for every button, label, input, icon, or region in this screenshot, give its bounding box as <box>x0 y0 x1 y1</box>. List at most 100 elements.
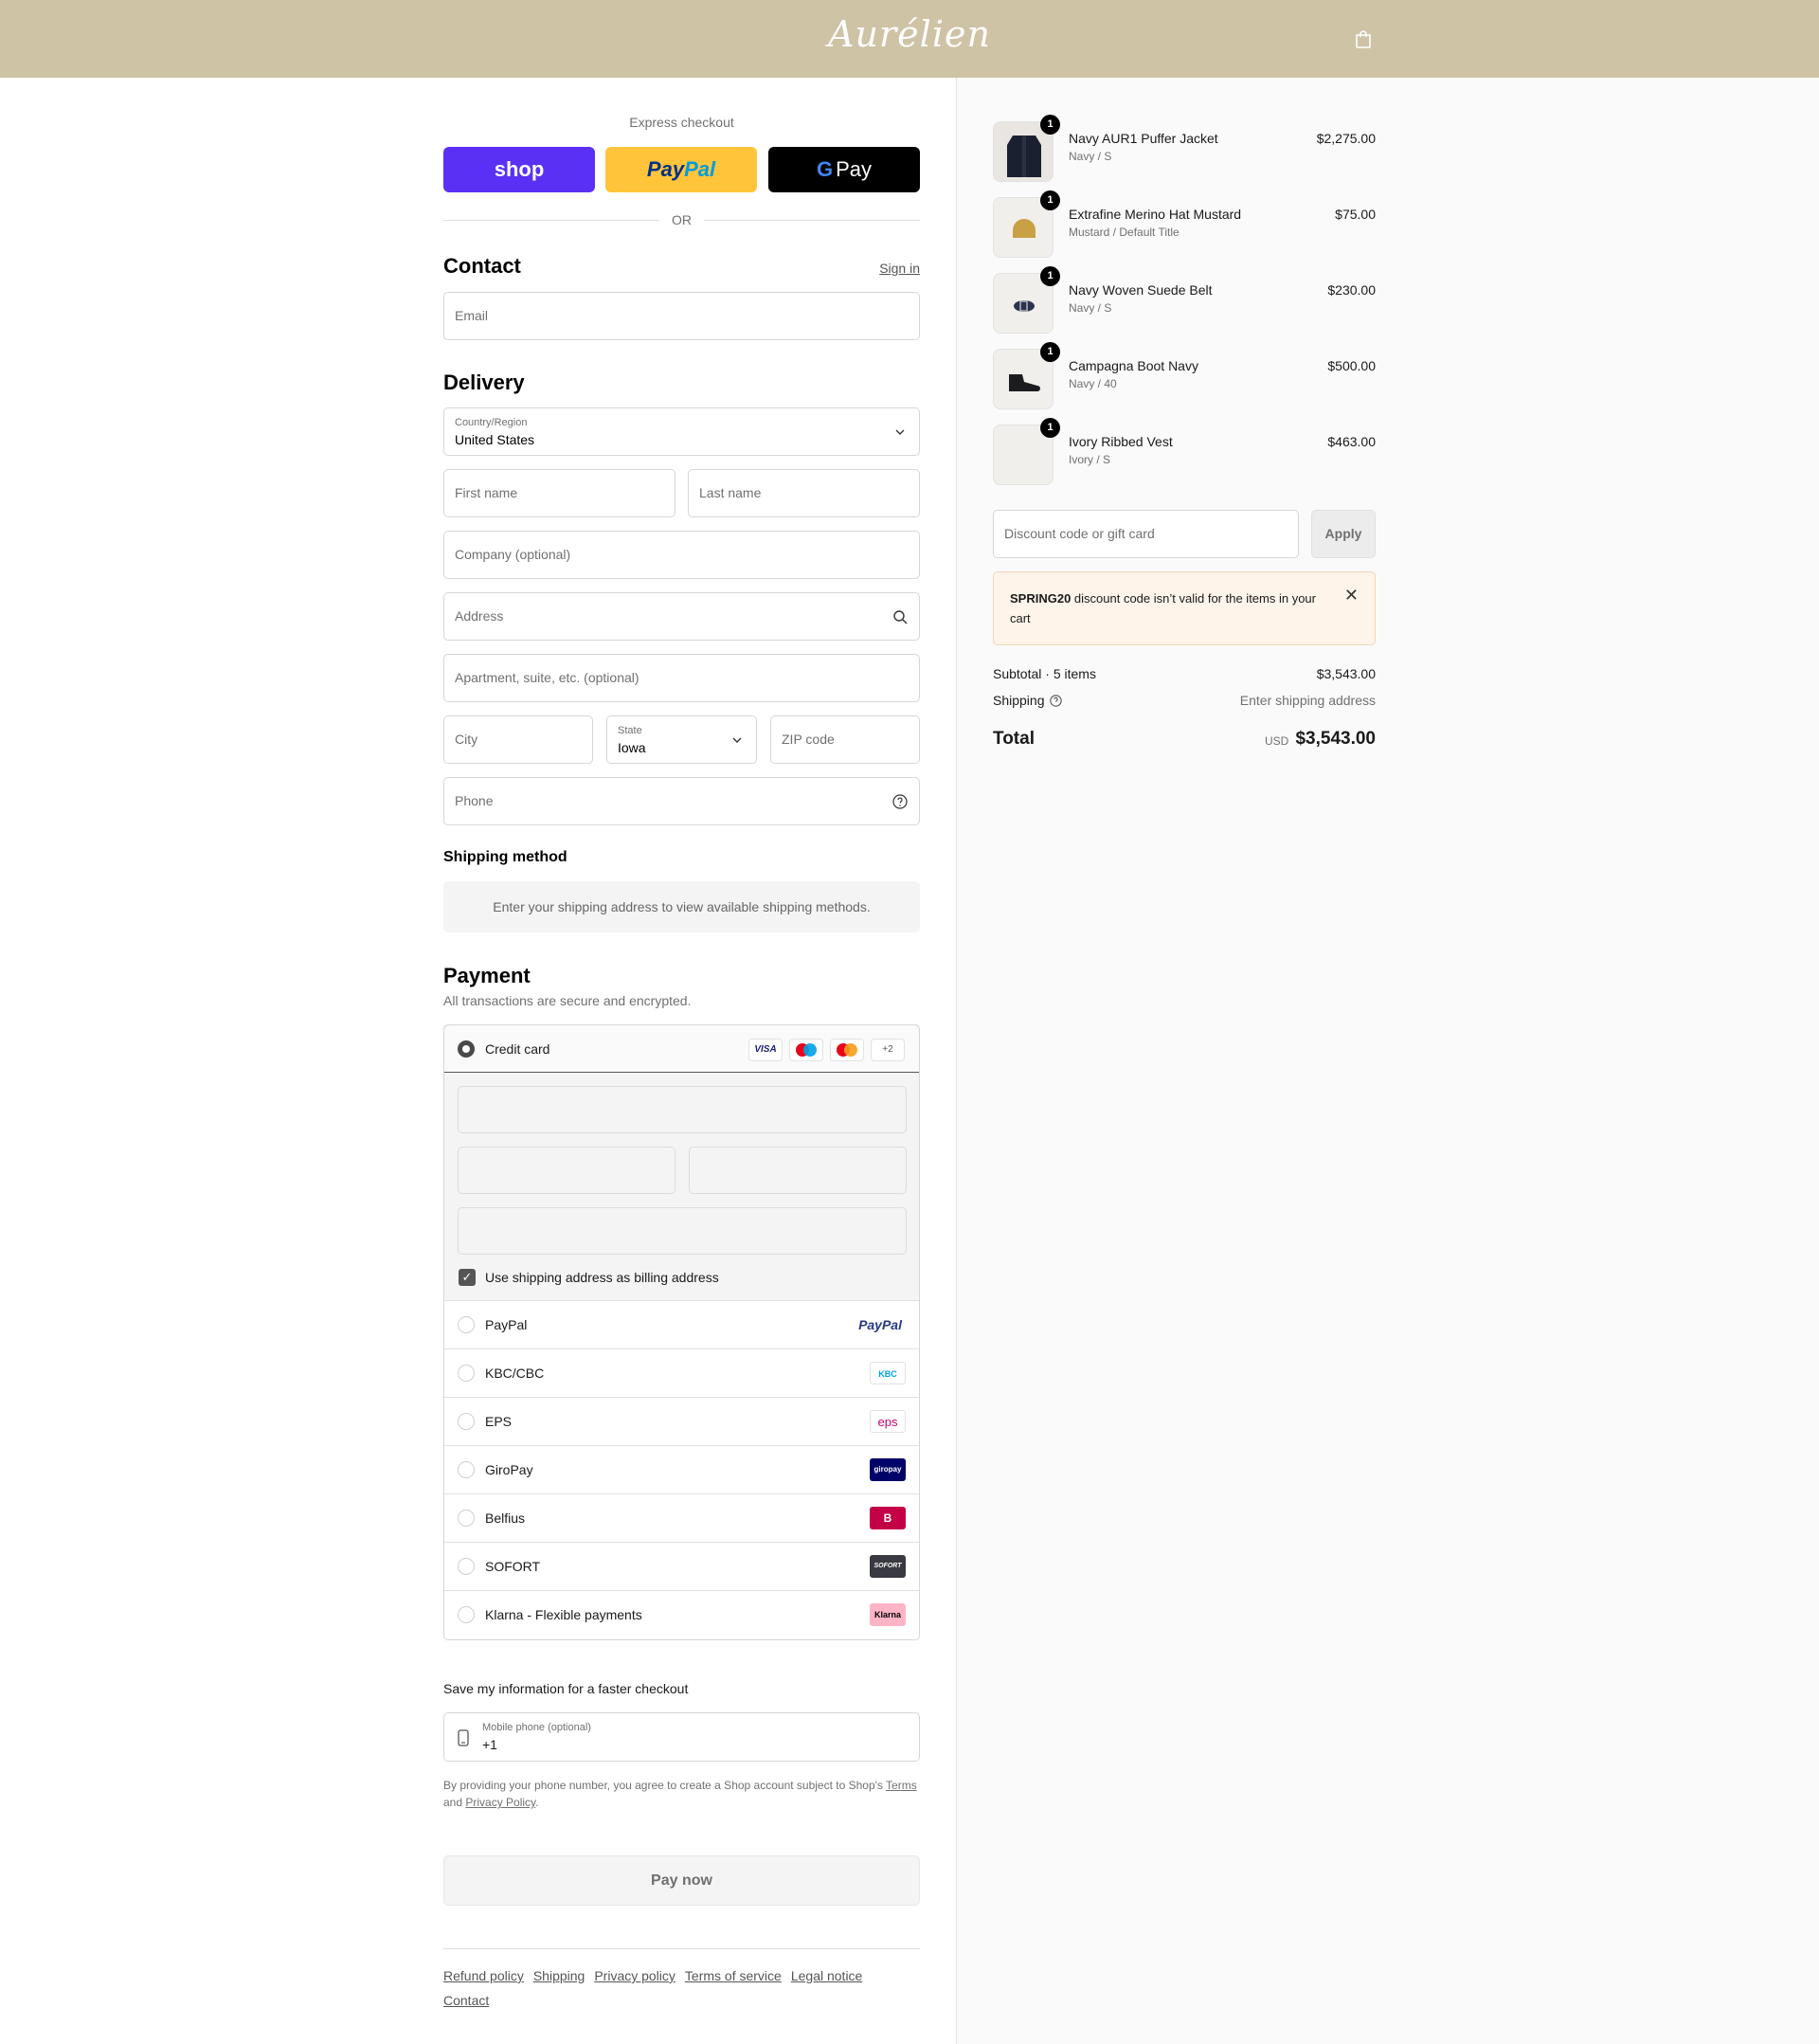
visa-icon: VISA <box>748 1039 783 1061</box>
email-placeholder: Email <box>455 308 489 323</box>
google-pay-label: Pay <box>836 157 873 181</box>
save-info-title: Save my information for a faster checkou… <box>443 1681 689 1696</box>
eps-logo-icon: eps <box>870 1410 906 1433</box>
delivery-heading: Delivery <box>443 371 525 394</box>
expiration-date-field[interactable] <box>458 1147 675 1194</box>
item-variant: Navy / S <box>1069 150 1112 163</box>
shop-pay-button[interactable]: shop <box>443 147 595 192</box>
payment-heading: Payment <box>443 964 531 987</box>
item-variant: Mustard / Default Title <box>1069 226 1180 239</box>
legal-notice-link[interactable]: Legal notice <box>791 1968 863 1983</box>
payment-option-kbc[interactable]: KBC/CBC KBC <box>444 1349 919 1398</box>
item-price: $500.00 <box>1327 358 1376 373</box>
billing-checkbox-label: Use shipping address as billing address <box>485 1270 719 1285</box>
shopping-bag-icon[interactable] <box>1353 28 1374 49</box>
state-select[interactable]: State Iowa <box>606 715 757 764</box>
email-field[interactable]: Email <box>443 292 920 340</box>
state-value: Iowa <box>618 740 646 755</box>
address-placeholder: Address <box>455 608 504 624</box>
payment-option-paypal[interactable]: PayPal PayPal <box>444 1301 919 1349</box>
state-label: State <box>618 725 642 736</box>
search-icon <box>893 610 908 624</box>
sign-in-link[interactable]: Sign in <box>879 261 920 276</box>
address-field[interactable]: Address <box>443 592 920 641</box>
contact-heading: Contact <box>443 254 521 278</box>
more-cards-badge: +2 <box>871 1039 905 1061</box>
credit-card-label: Credit card <box>485 1041 550 1057</box>
belfius-label: Belfius <box>485 1510 526 1526</box>
eps-label: EPS <box>485 1414 513 1429</box>
google-pay-button[interactable]: G Pay <box>768 147 920 192</box>
shipping-method-note: Enter your shipping address to view avai… <box>443 881 920 932</box>
belfius-radio[interactable] <box>458 1510 475 1527</box>
giropay-logo-icon: giropay <box>870 1458 906 1481</box>
item-name: Campagna Boot Navy <box>1069 358 1198 373</box>
quantity-badge: 1 <box>1040 342 1060 362</box>
paypal-express-button[interactable]: Pay Pal <box>605 147 757 192</box>
total-currency: USD <box>1265 734 1289 748</box>
klarna-radio[interactable] <box>458 1606 475 1623</box>
privacy-policy-link[interactable]: Privacy Policy <box>465 1796 535 1809</box>
first-name-field[interactable]: First name <box>443 469 675 517</box>
mobile-phone-field[interactable]: Mobile phone (optional) +1 <box>443 1712 920 1762</box>
shipping-policy-link[interactable]: Shipping <box>533 1968 585 1983</box>
header: Aurélien <box>0 0 1819 78</box>
first-name-placeholder: First name <box>455 485 518 500</box>
item-price: $2,275.00 <box>1316 131 1376 146</box>
company-field[interactable]: Company (optional) <box>443 531 920 579</box>
belfius-logo-icon: B <box>870 1507 906 1529</box>
help-circle-icon[interactable] <box>1050 695 1062 707</box>
express-checkout-title: Express checkout <box>629 115 734 130</box>
mobile-phone-value: +1 <box>482 1737 497 1752</box>
paypal-radio[interactable] <box>458 1316 475 1333</box>
quantity-badge: 1 <box>1040 190 1060 210</box>
paypal-logo-pal: Pal <box>684 157 716 181</box>
eps-radio[interactable] <box>458 1413 475 1430</box>
zip-field[interactable]: ZIP code <box>770 715 920 764</box>
contact-link[interactable]: Contact <box>443 1993 489 2008</box>
city-field[interactable]: City <box>443 715 593 764</box>
help-circle-icon[interactable] <box>892 794 908 809</box>
phone-field[interactable]: Phone <box>443 777 920 825</box>
total-value: $3,543.00 <box>1295 729 1376 749</box>
apply-discount-button[interactable]: Apply <box>1311 510 1376 558</box>
disclaimer-end: . <box>535 1796 539 1809</box>
mobile-phone-label: Mobile phone (optional) <box>482 1722 591 1733</box>
name-on-card-field[interactable] <box>458 1207 907 1255</box>
apartment-field[interactable]: Apartment, suite, etc. (optional) <box>443 654 920 702</box>
country-select[interactable]: Country/Region United States <box>443 407 920 456</box>
quantity-badge: 1 <box>1040 266 1060 286</box>
credit-card-radio[interactable] <box>458 1040 475 1058</box>
payment-option-sofort[interactable]: SOFORT SOFORT <box>444 1543 919 1591</box>
pay-now-button[interactable]: Pay now <box>443 1855 920 1906</box>
subtotal-label: Subtotal · 5 items <box>993 666 1096 681</box>
cart-item: 1 Campagna Boot Navy Navy / 40 $500.00 <box>993 342 1376 409</box>
quantity-badge: 1 <box>1040 115 1060 135</box>
sofort-radio[interactable] <box>458 1558 475 1575</box>
payment-option-klarna[interactable]: Klarna - Flexible payments Klarna <box>444 1591 919 1639</box>
terms-of-service-link[interactable]: Terms of service <box>685 1968 782 1983</box>
payment-option-belfius[interactable]: Belfius B <box>444 1494 919 1543</box>
company-placeholder: Company (optional) <box>455 547 571 562</box>
refund-policy-link[interactable]: Refund policy <box>443 1968 524 1983</box>
credit-card-form: ✓ Use shipping address as billing addres… <box>444 1073 919 1301</box>
credit-card-option[interactable]: Credit card VISA +2 <box>444 1025 919 1073</box>
card-number-field[interactable] <box>458 1086 907 1133</box>
security-code-field[interactable] <box>689 1147 907 1194</box>
payment-option-giropay[interactable]: GiroPay giropay <box>444 1446 919 1494</box>
discount-code-field[interactable]: Discount code or gift card <box>993 510 1299 558</box>
item-name: Extrafine Merino Hat Mustard <box>1069 207 1242 222</box>
brand-logo[interactable]: Aurélien <box>0 13 1819 55</box>
last-name-field[interactable]: Last name <box>688 469 920 517</box>
close-icon[interactable]: ✕ <box>1344 586 1359 606</box>
giropay-radio[interactable] <box>458 1461 475 1478</box>
item-variant: Ivory / S <box>1069 453 1111 466</box>
terms-link[interactable]: Terms <box>886 1779 917 1792</box>
kbc-radio[interactable] <box>458 1365 475 1382</box>
paypal-label: PayPal <box>485 1317 528 1332</box>
privacy-policy-footer-link[interactable]: Privacy policy <box>594 1968 675 1983</box>
total-label: Total <box>993 729 1035 749</box>
item-variant: Navy / 40 <box>1069 377 1117 390</box>
billing-checkbox[interactable]: ✓ <box>459 1269 476 1286</box>
payment-option-eps[interactable]: EPS eps <box>444 1398 919 1446</box>
